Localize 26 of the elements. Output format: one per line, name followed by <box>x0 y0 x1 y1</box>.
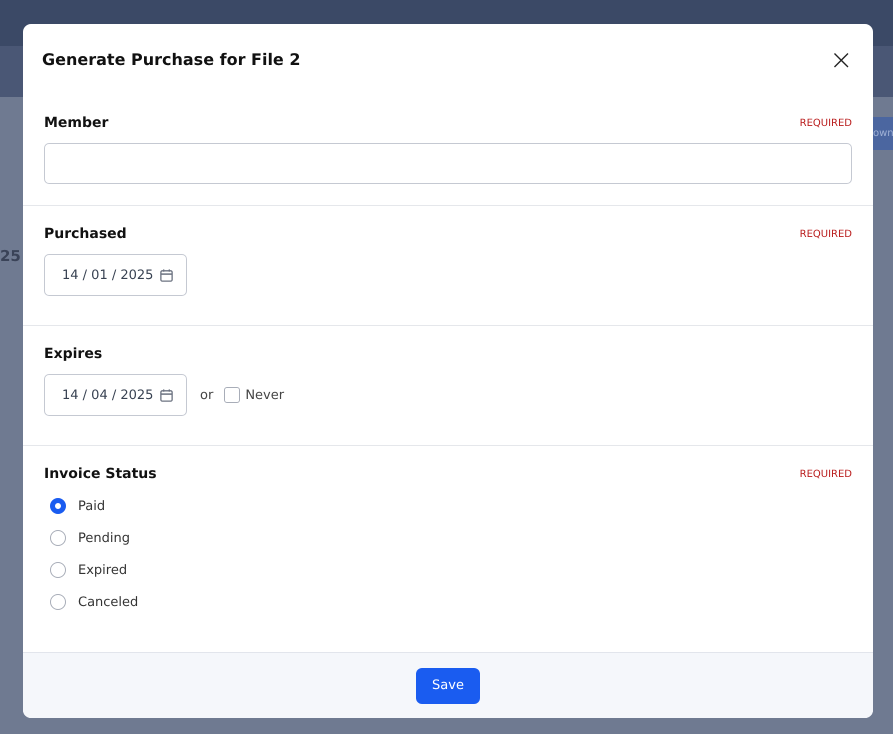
field-label: Invoice Status <box>44 466 157 482</box>
calendar-icon[interactable] <box>159 268 174 282</box>
date-field[interactable]: 14 / 01 / 2025 <box>44 254 187 296</box>
calendar-icon[interactable] <box>159 388 174 402</box>
field-label: Expires <box>44 346 102 362</box>
radio-label[interactable]: Pending <box>78 530 130 546</box>
radio-button[interactable] <box>50 530 66 546</box>
required-text: REQUIRED <box>800 118 852 128</box>
radio-label[interactable]: Paid <box>78 498 106 514</box>
checkbox-label[interactable]: Never <box>245 388 284 402</box>
radio-button[interactable] <box>50 594 66 610</box>
or-text: or <box>200 388 214 402</box>
never-checkbox[interactable] <box>224 387 240 403</box>
required-text: REQUIRED <box>800 228 852 240</box>
required-text: REQUIRED <box>800 468 852 480</box>
radio-button[interactable] <box>50 498 66 514</box>
save-button[interactable]: Save <box>416 668 480 704</box>
dialog-title: Generate Purchase for File 2 <box>42 50 300 69</box>
radio-label[interactable]: Canceled <box>78 594 138 610</box>
date-field[interactable]: 14 / 04 / 2025 <box>44 374 187 416</box>
page-text: 25 <box>0 247 21 265</box>
radio-label[interactable]: Expired <box>78 562 128 578</box>
radio-button[interactable] <box>50 562 66 578</box>
member-field[interactable] <box>44 143 852 184</box>
field-label: Member <box>44 115 108 131</box>
field-label: Purchased <box>44 226 127 242</box>
